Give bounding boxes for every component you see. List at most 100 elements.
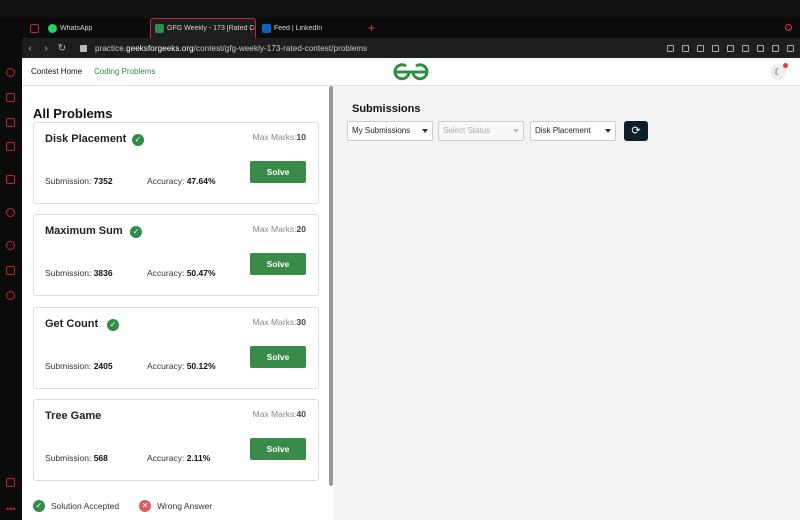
coding-problems-link[interactable]: Coding Problems xyxy=(94,67,155,76)
accuracy-value: 50.47% xyxy=(186,268,216,278)
marks-value: 10 xyxy=(296,132,306,142)
chevron-down-icon xyxy=(605,129,611,133)
shield-icon[interactable] xyxy=(697,44,704,52)
battery-icon[interactable] xyxy=(6,478,15,487)
refresh-button[interactable]: ⟳ xyxy=(624,121,648,141)
max-marks: Max Marks:30 xyxy=(253,317,306,327)
twitch-icon[interactable] xyxy=(6,118,15,127)
status-filter-placeholder: Select Status xyxy=(443,126,491,135)
speed-dial-icon[interactable] xyxy=(6,68,15,77)
accuracy-value: 2.11% xyxy=(186,453,211,463)
notification-dot xyxy=(783,63,788,68)
accepted-check-icon: ✓ xyxy=(132,134,144,146)
back-icon[interactable]: ‹ xyxy=(22,43,38,54)
marks-label: Max Marks: xyxy=(252,224,297,234)
marks-label: Max Marks: xyxy=(252,132,297,142)
marks-value: 20 xyxy=(296,224,306,234)
legend-wrong-label: Wrong Answer xyxy=(157,501,213,511)
submission-label: Submission: xyxy=(45,453,92,463)
max-marks: Max Marks:40 xyxy=(253,409,306,419)
tab-label: Feed | LinkedIn xyxy=(274,24,323,32)
problem-filter-value: Disk Placement xyxy=(535,126,591,135)
accuracy-label: Accuracy: xyxy=(147,176,185,186)
aria-icon[interactable] xyxy=(6,175,15,184)
solve-button[interactable]: Solve xyxy=(250,253,306,275)
gfg-tab-icon xyxy=(155,24,164,33)
marks-label: Max Marks: xyxy=(252,317,297,327)
legend-accepted-label: Solution Accepted xyxy=(51,501,120,511)
webpage: Contest Home Coding Problems ☾ All Probl… xyxy=(22,58,800,520)
new-tab-button[interactable]: + xyxy=(368,18,375,38)
accuracy: Accuracy: 2.11% xyxy=(147,453,210,463)
forward-icon[interactable]: › xyxy=(38,43,54,54)
submission-value: 3836 xyxy=(93,268,113,278)
accuracy-label: Accuracy: xyxy=(147,361,185,371)
submission-count: Submission: 3836 xyxy=(45,268,113,278)
problem-name[interactable]: Disk Placement xyxy=(45,133,126,145)
tab-bar: WhatsApp GFG Weekly - 173 [Rated Conte F… xyxy=(0,18,800,38)
problem-card: Maximum Sum ✓ Max Marks:20 Submission: 3… xyxy=(33,214,319,296)
accuracy-value: 47.64% xyxy=(186,176,216,186)
wrong-cross-icon: ✕ xyxy=(139,500,152,512)
profile-icon[interactable] xyxy=(742,44,749,52)
accuracy-label: Accuracy: xyxy=(147,453,185,463)
menu-icon[interactable] xyxy=(787,44,794,52)
problems-scrollbar[interactable] xyxy=(329,86,333,486)
max-marks: Max Marks:20 xyxy=(253,224,306,234)
marks-label: Max Marks: xyxy=(252,409,297,419)
tab-gfg-weekly[interactable]: GFG Weekly - 173 [Rated Conte xyxy=(150,18,256,38)
instagram-icon[interactable] xyxy=(6,142,15,151)
linkedin-icon xyxy=(262,23,271,33)
chevron-down-icon xyxy=(422,129,428,133)
reload-icon[interactable]: ↻ xyxy=(54,43,70,54)
status-filter-select[interactable]: Select Status xyxy=(438,121,524,141)
submission-value: 568 xyxy=(93,453,108,463)
submission-count: Submission: 2405 xyxy=(45,361,113,371)
send-icon[interactable] xyxy=(712,44,719,52)
settings-icon[interactable] xyxy=(6,291,15,300)
accuracy: Accuracy: 47.64% xyxy=(147,176,216,186)
problem-name[interactable]: Get Count xyxy=(45,318,98,330)
download-icon[interactable] xyxy=(757,44,764,52)
search-tabs-icon[interactable] xyxy=(785,24,792,31)
solve-button[interactable]: Solve xyxy=(250,438,306,460)
heart-icon[interactable] xyxy=(727,44,734,52)
problem-name[interactable]: Maximum Sum xyxy=(45,225,123,237)
player-icon[interactable] xyxy=(6,208,15,217)
more-icon[interactable]: ••• xyxy=(6,504,15,514)
tab-linkedin[interactable]: Feed | LinkedIn xyxy=(258,18,362,38)
opera-tab-icon xyxy=(30,23,39,33)
accepted-check-icon: ✓ xyxy=(130,226,142,238)
edit-icon[interactable] xyxy=(667,44,674,52)
chevron-down-icon xyxy=(513,129,519,133)
whatsapp-icon xyxy=(48,23,57,33)
solve-button[interactable]: Solve xyxy=(250,346,306,368)
gfg-logo-icon[interactable] xyxy=(392,62,430,82)
submission-label: Submission: xyxy=(45,268,92,278)
problem-card: Disk Placement ✓ Max Marks:10 Submission… xyxy=(33,122,319,204)
history-icon[interactable] xyxy=(6,241,15,250)
problem-card: Tree Game Max Marks:40 Submission: 568 A… xyxy=(33,399,319,481)
shop-icon[interactable] xyxy=(6,93,15,102)
refresh-icon: ⟳ xyxy=(631,125,641,137)
url-field[interactable]: practice.geeksforgeeks.org/contest/gfg-w… xyxy=(95,44,367,53)
submission-count: Submission: 7352 xyxy=(45,176,113,186)
problem-filter-select[interactable]: Disk Placement xyxy=(530,121,616,141)
problems-panel: All Problems Disk Placement ✓ Max Marks:… xyxy=(22,86,333,520)
solve-button[interactable]: Solve xyxy=(250,161,306,183)
url-prefix: practice. xyxy=(95,43,127,53)
tab-whatsapp[interactable]: WhatsApp xyxy=(44,18,148,38)
camera-icon[interactable] xyxy=(682,44,689,52)
problem-name[interactable]: Tree Game xyxy=(45,410,101,422)
accuracy: Accuracy: 50.47% xyxy=(147,268,216,278)
user-filter-select[interactable]: My Submissions xyxy=(347,121,433,141)
submission-label: Submission: xyxy=(45,361,92,371)
browser-window: WhatsApp GFG Weekly - 173 [Rated Conte F… xyxy=(0,0,800,520)
battery-saver-icon[interactable] xyxy=(772,44,779,52)
contest-home-link[interactable]: Contest Home xyxy=(31,67,82,76)
box-icon[interactable] xyxy=(6,266,15,275)
accuracy-label: Accuracy: xyxy=(147,268,185,278)
status-legend: ✓ Solution Accepted ✕ Wrong Answer xyxy=(33,500,212,512)
submission-value: 7352 xyxy=(93,176,113,186)
tab-opera[interactable] xyxy=(26,18,44,38)
